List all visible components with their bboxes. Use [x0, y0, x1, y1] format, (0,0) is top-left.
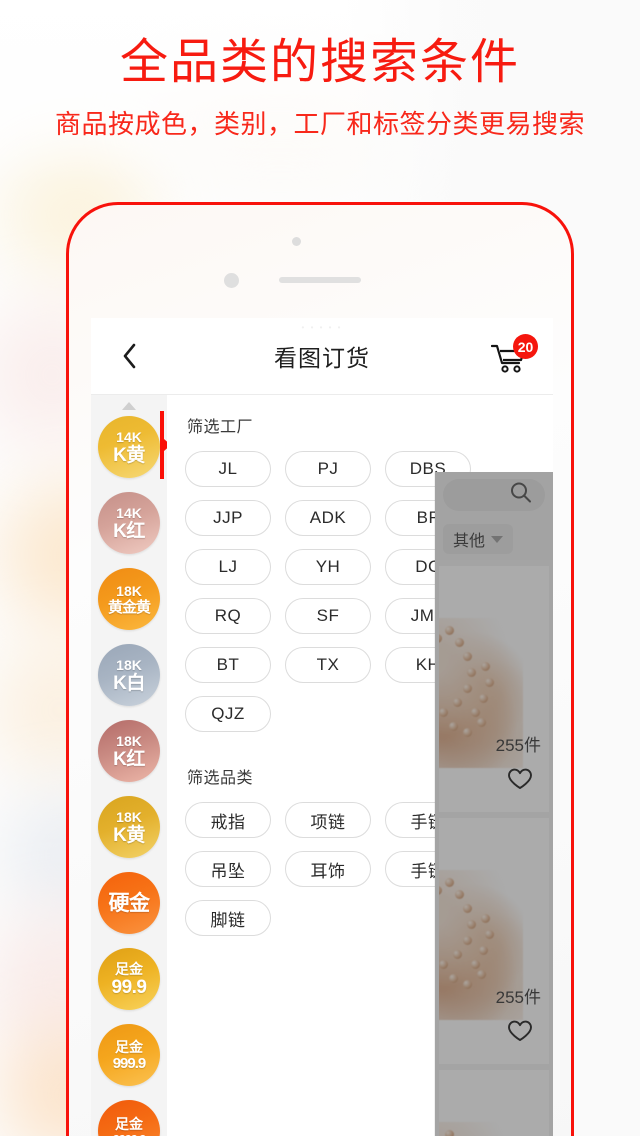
- cart-button[interactable]: 20: [490, 334, 538, 376]
- screen-body: 14K K黄 14K K红 18K 黄金黄 18K K白 18K K红 18K K黄 硬金 足金 99.9 足…: [91, 395, 553, 1136]
- material-name-label: 硬金: [108, 891, 151, 915]
- sidebar-item-material[interactable]: 足金 99.9: [98, 948, 160, 1010]
- material-name-label: K黄: [113, 824, 145, 846]
- material-karat-label: 足金: [115, 1038, 143, 1055]
- cart-badge: 20: [513, 334, 538, 359]
- material-karat-label: 18K: [116, 582, 142, 599]
- material-name-label: K红: [113, 748, 145, 770]
- earpiece-speaker: [279, 277, 361, 283]
- phone-mockup-frame: • • • • • 看图订货 20 14K K黄 14K K红 18K 黄金黄 …: [66, 202, 574, 1136]
- dim-overlay[interactable]: [435, 472, 553, 1136]
- material-karat-label: 18K: [116, 808, 142, 825]
- volume-button[interactable]: [66, 475, 69, 513]
- filter-chip[interactable]: QJZ: [185, 696, 271, 732]
- page-title: 看图订货: [274, 345, 370, 371]
- sidebar-item-material[interactable]: 18K K白: [98, 644, 160, 706]
- filter-chip[interactable]: SF: [285, 598, 371, 634]
- filter-chip[interactable]: TX: [285, 647, 371, 683]
- sidebar-item-material[interactable]: 18K K红: [98, 720, 160, 782]
- material-karat-label: 14K: [116, 428, 142, 445]
- material-karat-label: 足金: [115, 1115, 143, 1132]
- material-list: 14K K黄 14K K红 18K 黄金黄 18K K白 18K K红 18K K黄 硬金 足金 99.9 足…: [91, 416, 167, 1136]
- factory-filter-title: 筛选工厂: [187, 419, 254, 436]
- filter-chip[interactable]: RQ: [185, 598, 271, 634]
- filter-chip[interactable]: LJ: [185, 549, 271, 585]
- material-name-label: K红: [113, 520, 145, 542]
- selected-indicator: [160, 411, 164, 479]
- filter-chip[interactable]: 耳饰: [285, 851, 371, 887]
- sidebar-item-material[interactable]: 足金 999.9: [98, 1024, 160, 1086]
- material-karat-label: 18K: [116, 732, 142, 749]
- material-name-label: K白: [113, 672, 145, 694]
- filter-chip[interactable]: ADK: [285, 500, 371, 536]
- material-karat-label: 14K: [116, 504, 142, 521]
- filter-chip[interactable]: BT: [185, 647, 271, 683]
- front-camera-icon: [292, 237, 301, 246]
- filter-chip[interactable]: 吊坠: [185, 851, 271, 887]
- filter-chip[interactable]: 戒指: [185, 802, 271, 838]
- promo-heading-block: 全品类的搜索条件 商品按成色，类别，工厂和标签分类更易搜索: [0, 36, 640, 141]
- status-bar-dots: • • • • •: [301, 323, 343, 332]
- filter-chip[interactable]: 脚链: [185, 900, 271, 936]
- material-name-label: K黄: [113, 444, 145, 466]
- sidebar-item-material[interactable]: 14K K黄: [98, 416, 160, 478]
- material-sidebar[interactable]: 14K K黄 14K K红 18K 黄金黄 18K K白 18K K红 18K K黄 硬金 足金 99.9 足…: [91, 395, 167, 1136]
- filter-chip[interactable]: YH: [285, 549, 371, 585]
- sidebar-item-material[interactable]: 18K 黄金黄: [98, 568, 160, 630]
- filter-chip[interactable]: 项链: [285, 802, 371, 838]
- filter-chip[interactable]: PJ: [285, 451, 371, 487]
- sidebar-item-material[interactable]: 18K K黄: [98, 796, 160, 858]
- filter-chip[interactable]: JJP: [185, 500, 271, 536]
- material-name-label: 999.9: [112, 1054, 147, 1072]
- promo-subheadline: 商品按成色，类别，工厂和标签分类更易搜索: [54, 108, 585, 139]
- sidebar-item-material[interactable]: 硬金: [98, 872, 160, 934]
- promo-headline: 全品类的搜索条件: [119, 36, 520, 89]
- screenshot-root: 全品类的搜索条件 商品按成色，类别，工厂和标签分类更易搜索 • • • • • …: [0, 0, 640, 1136]
- material-name-label: 99.9: [111, 976, 147, 998]
- material-name-label: 9999.9: [113, 1133, 147, 1136]
- triangle-up-icon[interactable]: [122, 402, 136, 410]
- mute-switch[interactable]: [66, 397, 69, 441]
- material-karat-label: 足金: [115, 960, 143, 977]
- proximity-sensor-icon: [224, 273, 239, 288]
- material-name-label: 黄金黄: [107, 598, 151, 616]
- filter-chip[interactable]: JL: [185, 451, 271, 487]
- app-screen: • • • • • 看图订货 20 14K K黄 14K K红 18K 黄金黄 …: [91, 318, 553, 1136]
- material-karat-label: 18K: [116, 656, 142, 673]
- sidebar-item-material[interactable]: 足金9999.9: [98, 1100, 160, 1136]
- app-navbar: • • • • • 看图订货 20: [91, 318, 553, 395]
- sidebar-item-material[interactable]: 14K K红: [98, 492, 160, 554]
